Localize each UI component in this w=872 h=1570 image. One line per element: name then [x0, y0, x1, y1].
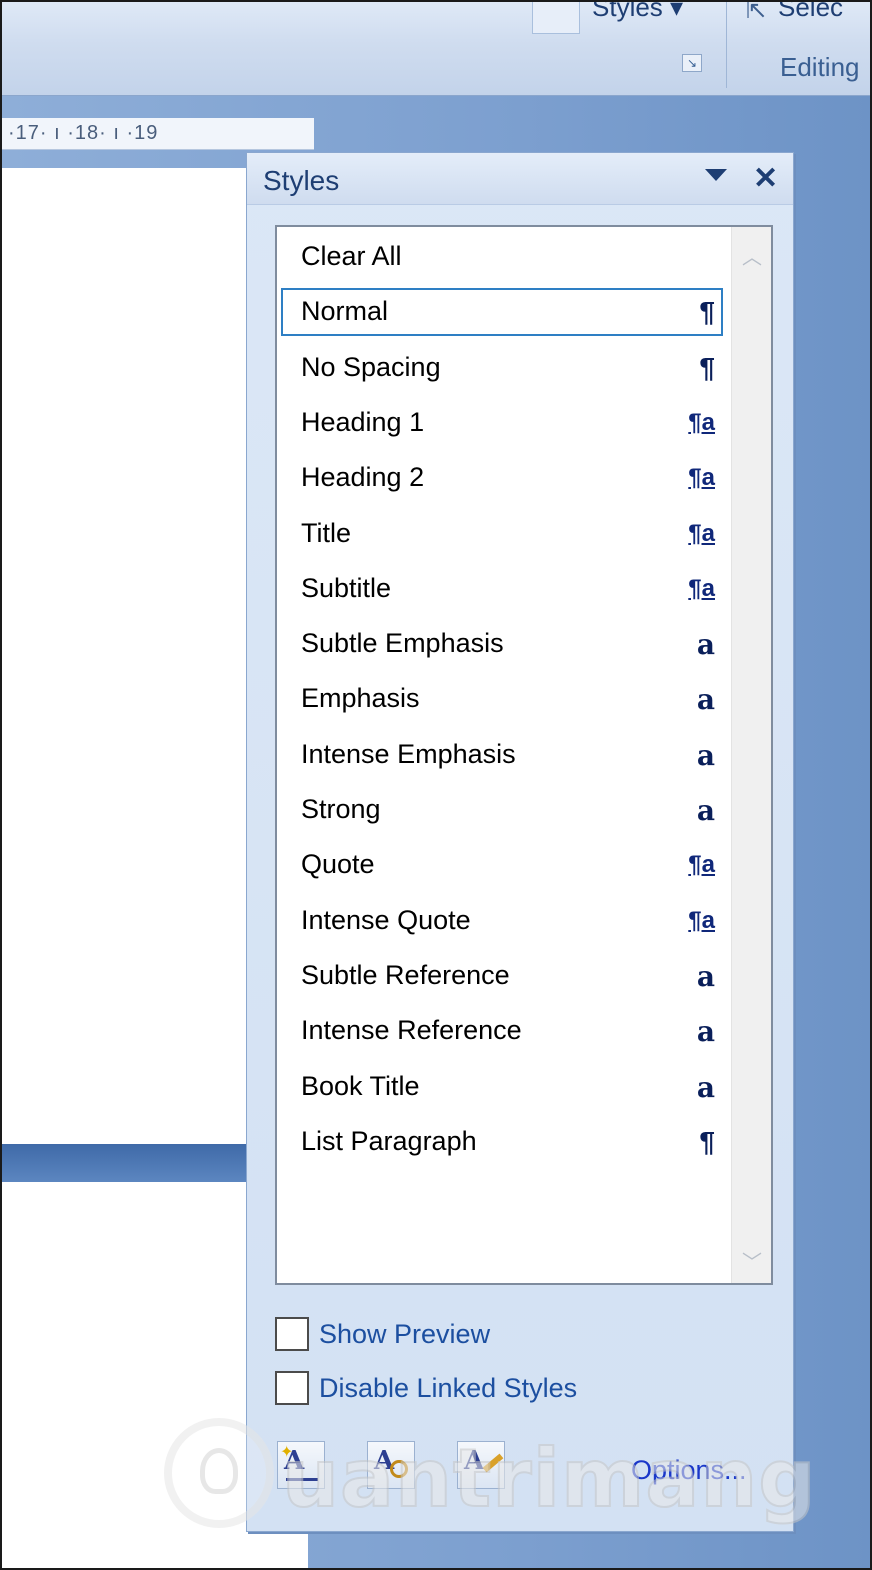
- watermark: uantrimang: [164, 1418, 817, 1538]
- style-item-label: Book Title: [301, 1070, 420, 1101]
- style-item[interactable]: Subtitle ¶a: [281, 565, 723, 613]
- close-icon[interactable]: ✕: [753, 161, 778, 196]
- style-item-label: Clear All: [301, 241, 402, 271]
- scroll-down-icon[interactable]: ﹀: [742, 1246, 762, 1275]
- dropdown-arrow-icon[interactable]: [705, 169, 727, 181]
- style-item[interactable]: Intense Reference a: [281, 1007, 723, 1055]
- character-style-icon: a: [696, 794, 715, 827]
- style-item[interactable]: Heading 1 ¶a: [281, 399, 723, 447]
- style-item-label: Emphasis: [301, 683, 420, 714]
- styles-pane-title: Styles: [263, 165, 340, 196]
- character-style-icon: a: [696, 683, 715, 717]
- character-style-icon: a: [696, 1070, 715, 1104]
- disable-linked-styles-checkbox[interactable]: [275, 1371, 309, 1405]
- style-item-label: Quote: [301, 849, 375, 880]
- style-item-label: Subtle Emphasis: [301, 628, 504, 659]
- document-page[interactable]: [2, 168, 248, 1144]
- style-item[interactable]: Quote ¶a: [281, 841, 723, 889]
- style-item-label: Heading 1: [301, 406, 425, 437]
- style-item-label: Intense Reference: [301, 1015, 522, 1046]
- style-item[interactable]: No Spacing ¶: [281, 344, 723, 392]
- style-item[interactable]: Emphasis a: [281, 675, 723, 723]
- change-styles-button[interactable]: Styles ▾: [592, 2, 683, 36]
- character-style-icon: a: [696, 1015, 715, 1049]
- ribbon-divider: [726, 2, 727, 88]
- style-item[interactable]: Intense Quote ¶a: [281, 897, 723, 945]
- character-style-icon: a: [696, 628, 715, 662]
- paragraph-style-icon: ¶: [699, 296, 715, 328]
- window-frame: Styles ▾ ↘ ⇱ Selec Editing ·17· ı ·18· ı…: [0, 0, 872, 1570]
- styles-gallery-box[interactable]: [532, 2, 580, 34]
- styles-list[interactable]: Clear All Normal ¶ No Spacing ¶ Heading 1 ¶a He…: [275, 225, 773, 1285]
- style-item[interactable]: Book Title a: [281, 1063, 723, 1111]
- select-button[interactable]: Selec: [778, 2, 843, 23]
- style-item-label: List Paragraph: [301, 1125, 477, 1156]
- style-item-label: Title: [301, 517, 352, 548]
- select-arrow-icon[interactable]: ⇱: [746, 2, 766, 25]
- styles-list-scrollbar[interactable]: ︿ ﹀: [731, 227, 771, 1283]
- disable-linked-styles-label[interactable]: Disable Linked Styles: [319, 1373, 577, 1404]
- style-item-label: No Spacing: [301, 351, 441, 382]
- style-item[interactable]: Intense Emphasis a: [281, 731, 723, 779]
- linked-style-icon: ¶a: [688, 408, 715, 436]
- paragraph-style-icon: ¶: [699, 1125, 715, 1157]
- style-item-label: Intense Emphasis: [301, 738, 516, 769]
- character-style-icon: a: [696, 738, 715, 772]
- ruler-ticks: ·17· ı ·18· ı ·19: [8, 122, 159, 144]
- styles-pane: Styles ✕ Clear All Normal ¶ No Spacing ¶ Head…: [246, 152, 794, 1532]
- linked-style-icon: ¶a: [688, 574, 715, 602]
- horizontal-ruler[interactable]: ·17· ı ·18· ı ·19: [2, 118, 314, 150]
- styles-pane-header: Styles ✕: [247, 153, 793, 205]
- bulb-icon: [200, 1448, 238, 1494]
- style-item[interactable]: Normal ¶: [281, 288, 723, 337]
- style-item[interactable]: Title ¶a: [281, 510, 723, 558]
- style-item-label: Heading 2: [301, 462, 425, 493]
- linked-style-icon: ¶a: [688, 906, 715, 934]
- style-item-label: Subtitle: [301, 572, 392, 603]
- dialog-launcher-icon[interactable]: ↘: [682, 54, 702, 72]
- editing-group-label: Editing: [780, 52, 860, 82]
- style-item[interactable]: Heading 2 ¶a: [281, 454, 723, 502]
- style-item-label: Strong: [301, 794, 381, 824]
- scroll-up-icon[interactable]: ︿: [742, 241, 762, 270]
- style-item[interactable]: Subtle Emphasis a: [281, 620, 723, 668]
- character-style-icon: a: [696, 959, 715, 993]
- style-item[interactable]: Strong a: [281, 786, 723, 834]
- style-item[interactable]: Clear All: [281, 233, 723, 281]
- linked-style-icon: ¶a: [688, 851, 715, 879]
- linked-style-icon: ¶a: [688, 464, 715, 492]
- paragraph-style-icon: ¶: [699, 351, 715, 383]
- style-item[interactable]: List Paragraph ¶: [281, 1118, 723, 1166]
- show-preview-label[interactable]: Show Preview: [319, 1319, 490, 1350]
- style-item[interactable]: Subtle Reference a: [281, 952, 723, 1000]
- linked-style-icon: ¶a: [688, 519, 715, 547]
- style-item-label: Normal: [301, 296, 389, 327]
- show-preview-checkbox[interactable]: [275, 1317, 309, 1351]
- lightbulb-logo-icon: [164, 1418, 274, 1528]
- ribbon: Styles ▾ ↘ ⇱ Selec Editing: [2, 2, 870, 96]
- style-item-label: Subtle Reference: [301, 959, 510, 990]
- watermark-text: uantrimang: [281, 1431, 817, 1526]
- style-item-label: Intense Quote: [301, 904, 471, 935]
